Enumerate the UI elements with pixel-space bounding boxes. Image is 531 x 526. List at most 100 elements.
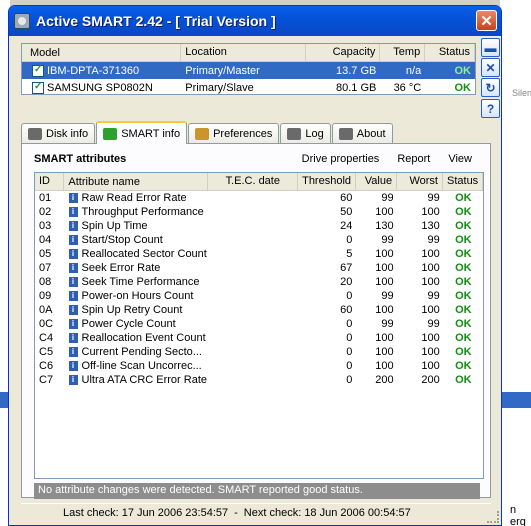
drive-temp: 36 °C <box>393 81 422 94</box>
attribute-value: 200 <box>375 374 394 386</box>
attribute-threshold: 60 <box>340 192 353 204</box>
refresh-button[interactable]: ↻ <box>481 78 500 97</box>
background-text: n erg <box>510 504 526 526</box>
attribute-name: Reallocated Sector Count <box>81 248 207 260</box>
column-header-temp[interactable]: Temp <box>380 44 426 61</box>
attribute-id: C6 <box>39 360 54 372</box>
tab-strip: Disk info SMART info Preferences Log About <box>21 121 394 144</box>
attribute-worst: 99 <box>427 234 440 246</box>
tab-log[interactable]: Log <box>280 123 331 143</box>
close-x-icon: ✕ <box>485 60 496 75</box>
attribute-worst: 200 <box>421 374 440 386</box>
drive-location: Primary/Master <box>185 64 260 77</box>
report-link[interactable]: Report <box>397 153 430 165</box>
footer-separator: - <box>234 506 238 519</box>
column-header-id[interactable]: ID <box>35 173 65 190</box>
attribute-value: 99 <box>381 192 394 204</box>
attribute-row[interactable]: 08 i Seek Time Performance 20 100 100 OK <box>35 275 483 289</box>
attribute-row[interactable]: C6 i Off-line Scan Uncorrec... 0 100 100 OK <box>35 359 483 373</box>
attribute-name-cell: i Reallocation Event Count <box>65 332 210 344</box>
tab-label: Disk info <box>46 127 89 140</box>
attribute-name: Reallocation Event Count <box>81 332 206 344</box>
column-header-worst[interactable]: Worst <box>397 173 443 190</box>
attribute-info-icon: i <box>68 375 78 385</box>
column-header-capacity[interactable]: Capacity <box>306 44 381 61</box>
attribute-row[interactable]: 03 i Spin Up Time 24 130 130 OK <box>35 219 483 233</box>
drive-capacity: 80.1 GB <box>336 81 377 94</box>
window-title: Active SMART 2.42 - [ Trial Version ] <box>36 13 276 29</box>
help-icon: ? <box>486 101 495 116</box>
attribute-row[interactable]: 0C i Power Cycle Count 0 99 99 OK <box>35 317 483 331</box>
attribute-threshold: 50 <box>340 206 353 218</box>
attribute-value: 100 <box>375 248 394 260</box>
attribute-row[interactable]: 05 i Reallocated Sector Count 5 100 100 OK <box>35 247 483 261</box>
view-link[interactable]: View <box>448 153 472 165</box>
attribute-value: 100 <box>375 360 394 372</box>
attribute-name: Ultra ATA CRC Error Rate <box>81 374 208 386</box>
attribute-row[interactable]: 09 i Power-on Hours Count 0 99 99 OK <box>35 289 483 303</box>
attribute-worst: 100 <box>421 304 440 316</box>
attribute-worst: 100 <box>421 360 440 372</box>
attribute-info-icon: i <box>68 207 78 217</box>
attribute-row[interactable]: 0A i Spin Up Retry Count 60 100 100 OK <box>35 303 483 317</box>
drive-row[interactable]: SAMSUNG SP0802N Primary/Slave 80.1 GB 36 °C… <box>22 79 475 96</box>
attribute-name: Spin Up Retry Count <box>81 304 183 316</box>
attribute-info-icon: i <box>68 193 78 203</box>
attribute-row[interactable]: C4 i Reallocation Event Count 0 100 100 OK <box>35 331 483 345</box>
attribute-threshold: 20 <box>340 276 353 288</box>
attribute-name-cell: i Current Pending Secto... <box>65 346 210 358</box>
column-header-location[interactable]: Location <box>181 44 306 61</box>
attribute-info-icon: i <box>68 235 78 245</box>
column-header-status[interactable]: Status <box>443 173 483 190</box>
drive-properties-link[interactable]: Drive properties <box>302 153 380 165</box>
tab-smart-info[interactable]: SMART info <box>96 121 188 144</box>
attribute-row[interactable]: 07 i Seek Error Rate 67 100 100 OK <box>35 261 483 275</box>
column-header-tec-date[interactable]: T.E.C. date <box>208 173 299 190</box>
tab-about[interactable]: About <box>331 123 393 143</box>
drive-model-cell: IBM-DPTA-371360 <box>22 64 181 77</box>
close-x-button[interactable]: ✕ <box>481 58 500 77</box>
attribute-worst: 99 <box>427 192 440 204</box>
tab-disk-info[interactable]: Disk info <box>21 123 96 143</box>
attribute-row[interactable]: 01 i Raw Read Error Rate 60 99 99 OK <box>35 191 483 205</box>
attribute-name-cell: i Power-on Hours Count <box>65 290 210 302</box>
attribute-id: C7 <box>39 374 54 386</box>
resize-grip[interactable] <box>487 511 499 523</box>
attribute-row[interactable]: C5 i Current Pending Secto... 0 100 100 OK <box>35 345 483 359</box>
drive-row[interactable]: IBM-DPTA-371360 Primary/Master 13.7 GB n/a O… <box>22 62 475 79</box>
drive-checkbox[interactable] <box>32 81 44 94</box>
close-window-button[interactable]: ✕ <box>476 10 497 31</box>
attribute-status: OK <box>455 192 472 204</box>
column-header-value[interactable]: Value <box>356 173 398 190</box>
attribute-row[interactable]: 04 i Start/Stop Count 0 99 99 OK <box>35 233 483 247</box>
attribute-row[interactable]: 02 i Throughput Performance 50 100 100 OK <box>35 205 483 219</box>
attribute-value: 100 <box>375 262 394 274</box>
drive-list[interactable]: Model Location Capacity Temp Status IBM-… <box>21 43 476 95</box>
drive-checkbox[interactable] <box>32 64 44 77</box>
attribute-threshold: 0 <box>346 374 353 386</box>
column-header-model[interactable]: Model <box>22 44 182 61</box>
tab-preferences[interactable]: Preferences <box>188 123 280 143</box>
attribute-row[interactable]: C7 i Ultra ATA CRC Error Rate 0 200 200 OK <box>35 373 483 387</box>
drive-list-header: Model Location Capacity Temp Status <box>22 44 475 62</box>
about-question-icon <box>338 127 353 140</box>
refresh-icon: ↻ <box>485 80 496 95</box>
column-header-attribute-name[interactable]: Attribute name <box>64 173 209 190</box>
tab-label: About <box>356 127 386 140</box>
drive-model-cell: SAMSUNG SP0802N <box>22 81 181 94</box>
attribute-info-icon: i <box>68 221 78 231</box>
minimize-button[interactable]: ▬ <box>481 38 500 57</box>
attribute-threshold: 0 <box>346 346 353 358</box>
smart-attributes-table[interactable]: ID Attribute name T.E.C. date Threshold … <box>34 172 484 479</box>
attribute-status: OK <box>455 346 472 358</box>
column-header-status[interactable]: Status <box>425 44 475 61</box>
title-bar[interactable]: Active SMART 2.42 - [ Trial Version ] ✕ <box>9 6 501 36</box>
log-check-icon <box>287 127 302 140</box>
attribute-info-icon: i <box>68 291 78 301</box>
attribute-name-cell: i Throughput Performance <box>65 206 210 218</box>
attribute-status: OK <box>455 220 472 232</box>
tab-label: Preferences <box>213 127 273 140</box>
drive-model: SAMSUNG SP0802N <box>47 81 153 94</box>
help-button[interactable]: ? <box>481 99 500 118</box>
column-header-threshold[interactable]: Threshold <box>298 173 357 190</box>
